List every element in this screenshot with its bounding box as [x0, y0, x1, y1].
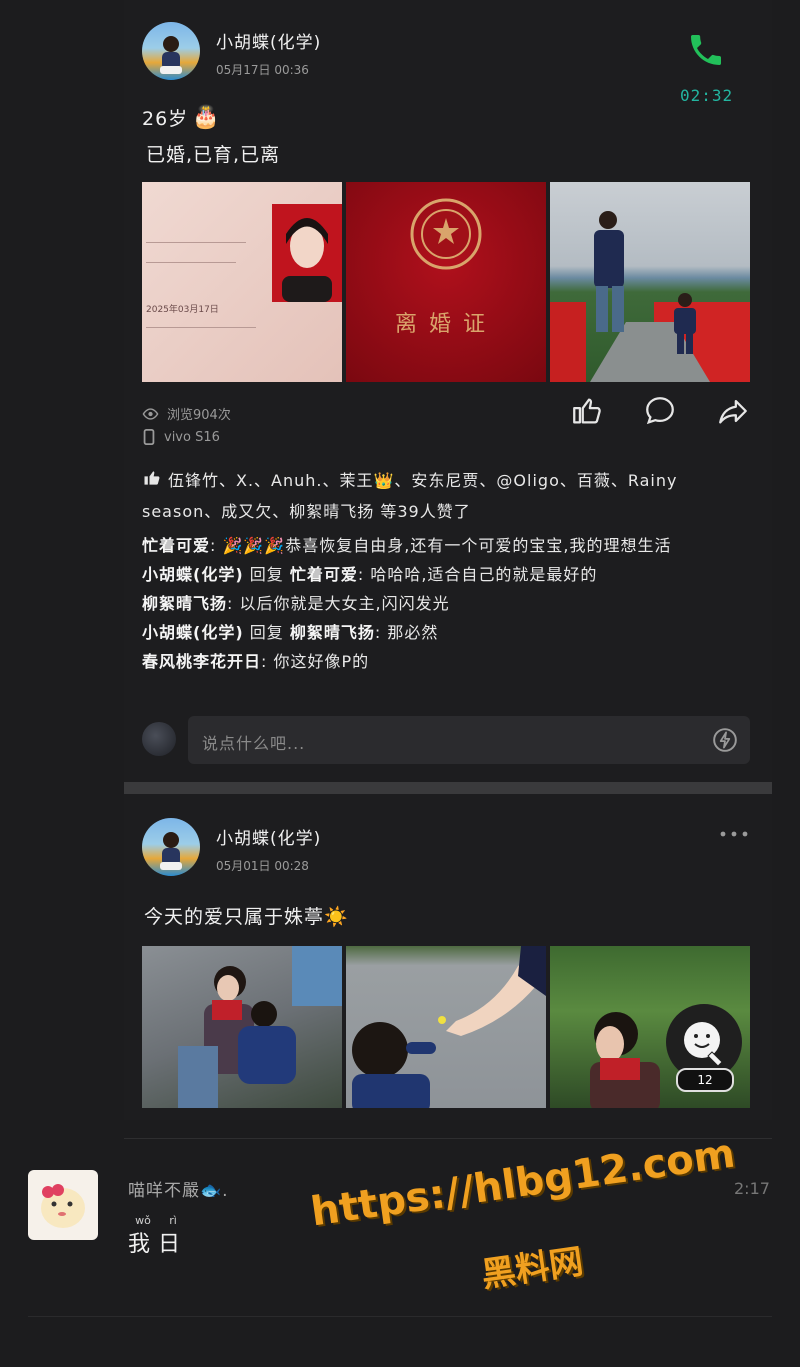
post-photo-mother-child[interactable]	[142, 946, 342, 1108]
post-time: 05月01日 00:28	[216, 859, 309, 873]
avatar-child-icon	[160, 36, 182, 74]
comment-author[interactable]: 春风桃李花开日	[142, 652, 261, 671]
reply-label: 回复	[249, 623, 284, 642]
comment-list: 忙着可爱: 🎉🎉🎉恭喜恢复自由身,还有一个可爱的宝宝,我的理想生活 小胡蝶(化学…	[142, 531, 750, 676]
post-photo-certificate[interactable]: 2025年03月17日	[142, 182, 342, 382]
eye-icon	[142, 407, 159, 420]
comment-input-placeholder: 说点什么吧...	[202, 734, 306, 753]
share-arrow-icon	[719, 399, 747, 424]
avatar[interactable]	[142, 22, 200, 80]
call-duration: 02:32	[680, 86, 734, 105]
certificate-date: 2025年03月17日	[146, 305, 219, 315]
post-text-age: 26岁	[142, 108, 189, 130]
avatar[interactable]	[142, 818, 200, 876]
certificate-lines	[146, 242, 246, 243]
avatar-child-icon	[160, 832, 182, 870]
chat-sender-name[interactable]: 喵咩不嚴🐟.	[128, 1176, 229, 1201]
watermark-site: 黑料网	[479, 1241, 586, 1296]
comment-item[interactable]: 春风桃李花开日: 你这好像P的	[142, 647, 750, 676]
post-photo-walk[interactable]	[550, 182, 750, 382]
comment-item[interactable]: 忙着可爱: 🎉🎉🎉恭喜恢复自由身,还有一个可爱的宝宝,我的理想生活	[142, 531, 750, 560]
comment-text: 哈哈哈,适合自己的就是最好的	[370, 565, 598, 584]
comment-input[interactable]: 说点什么吧...	[188, 716, 750, 764]
chat-time: 2:17	[734, 1179, 770, 1198]
comment-button[interactable]	[643, 394, 677, 428]
views-row: 浏览904次	[142, 404, 231, 423]
post-photo-flower[interactable]	[346, 946, 546, 1108]
comment-item[interactable]: 小胡蝶(化学) 回复 柳絮晴飞扬: 那必然	[142, 618, 750, 647]
bottom-separator	[28, 1316, 772, 1317]
reply-label: 回复	[249, 565, 284, 584]
child-flower-icon	[352, 946, 546, 1108]
floating-emoji-button[interactable]: 12	[666, 1004, 742, 1092]
people-walking-icon	[594, 211, 696, 354]
post-author-name[interactable]: 小胡蝶(化学)	[216, 824, 321, 849]
post-author-name[interactable]: 小胡蝶(化学)	[216, 28, 321, 53]
views-count: 浏览904次	[167, 408, 231, 423]
my-avatar	[142, 722, 176, 756]
phone-icon	[691, 35, 721, 65]
floating-badge: 12	[676, 1068, 734, 1092]
post-text-line1: 26岁 🎂	[142, 104, 221, 131]
more-options-button[interactable]	[718, 822, 750, 846]
comment-reply-to[interactable]: 忙着可爱	[290, 565, 358, 584]
thumbs-up-icon	[573, 398, 601, 424]
comment-author[interactable]: 忙着可爱	[142, 536, 210, 555]
comment-author[interactable]: 柳絮晴飞扬	[142, 594, 227, 613]
birthday-cake-icon: 🎂	[192, 105, 221, 130]
comment-item[interactable]: 柳絮晴飞扬: 以后你就是大女主,闪闪发光	[142, 589, 750, 618]
certificate-lines	[146, 327, 256, 328]
share-button[interactable]	[716, 394, 750, 428]
comment-item[interactable]: 小胡蝶(化学) 回复 忙着可爱: 哈哈哈,适合自己的就是最好的	[142, 560, 750, 589]
more-dots-icon	[720, 831, 748, 837]
comment-text: 那必然	[387, 623, 439, 642]
post-text: 今天的爱只属于姝葶☀️	[144, 906, 349, 928]
national-emblem-icon	[410, 198, 482, 270]
device-row: vivo S16	[142, 429, 220, 445]
comment-text: 以后你就是大女主,闪闪发光	[239, 594, 450, 613]
likes-text: 伍锋竹、X.、Anuh.、茉王👑、安东尼贾、@Oligo、百薇、Rainy se…	[142, 471, 678, 521]
portrait-icon	[282, 218, 332, 302]
lightning-emoji-icon[interactable]	[712, 727, 738, 757]
comment-reply-to[interactable]: 柳絮晴飞扬	[290, 623, 375, 642]
device-name: vivo S16	[164, 429, 220, 445]
speech-bubble-icon	[646, 397, 674, 425]
comment-text: 🎉🎉🎉恭喜恢复自由身,还有一个可爱的宝宝,我的理想生活	[222, 536, 672, 555]
phone-call-button[interactable]	[686, 30, 726, 70]
watermark-url: https://hlbg12.com	[308, 1130, 738, 1236]
people-icon	[178, 966, 296, 1108]
certificate-lines	[146, 262, 236, 263]
like-button[interactable]	[570, 394, 604, 428]
comment-author[interactable]: 小胡蝶(化学)	[142, 565, 244, 584]
post-text-line2: 已婚,已育,已离	[146, 144, 281, 166]
cartoon-cat-icon	[41, 1184, 85, 1228]
comment-author[interactable]: 小胡蝶(化学)	[142, 623, 244, 642]
post-time: 05月17日 00:36	[216, 63, 309, 77]
comment-text: 你这好像P的	[273, 652, 370, 671]
post-photo-divorce-certificate[interactable]: 离婚证	[346, 182, 546, 382]
post-divider	[124, 782, 772, 794]
phone-device-icon	[143, 429, 155, 445]
divorce-certificate-title: 离婚证	[394, 312, 497, 337]
chat-avatar[interactable]	[28, 1170, 98, 1240]
thumbs-up-small-icon	[142, 468, 168, 497]
likes-list: 伍锋竹、X.、Anuh.、茉王👑、安东尼贾、@Oligo、百薇、Rainy se…	[142, 466, 750, 526]
certificate-id-photo	[272, 204, 342, 302]
chat-message: 我日	[128, 1232, 189, 1257]
